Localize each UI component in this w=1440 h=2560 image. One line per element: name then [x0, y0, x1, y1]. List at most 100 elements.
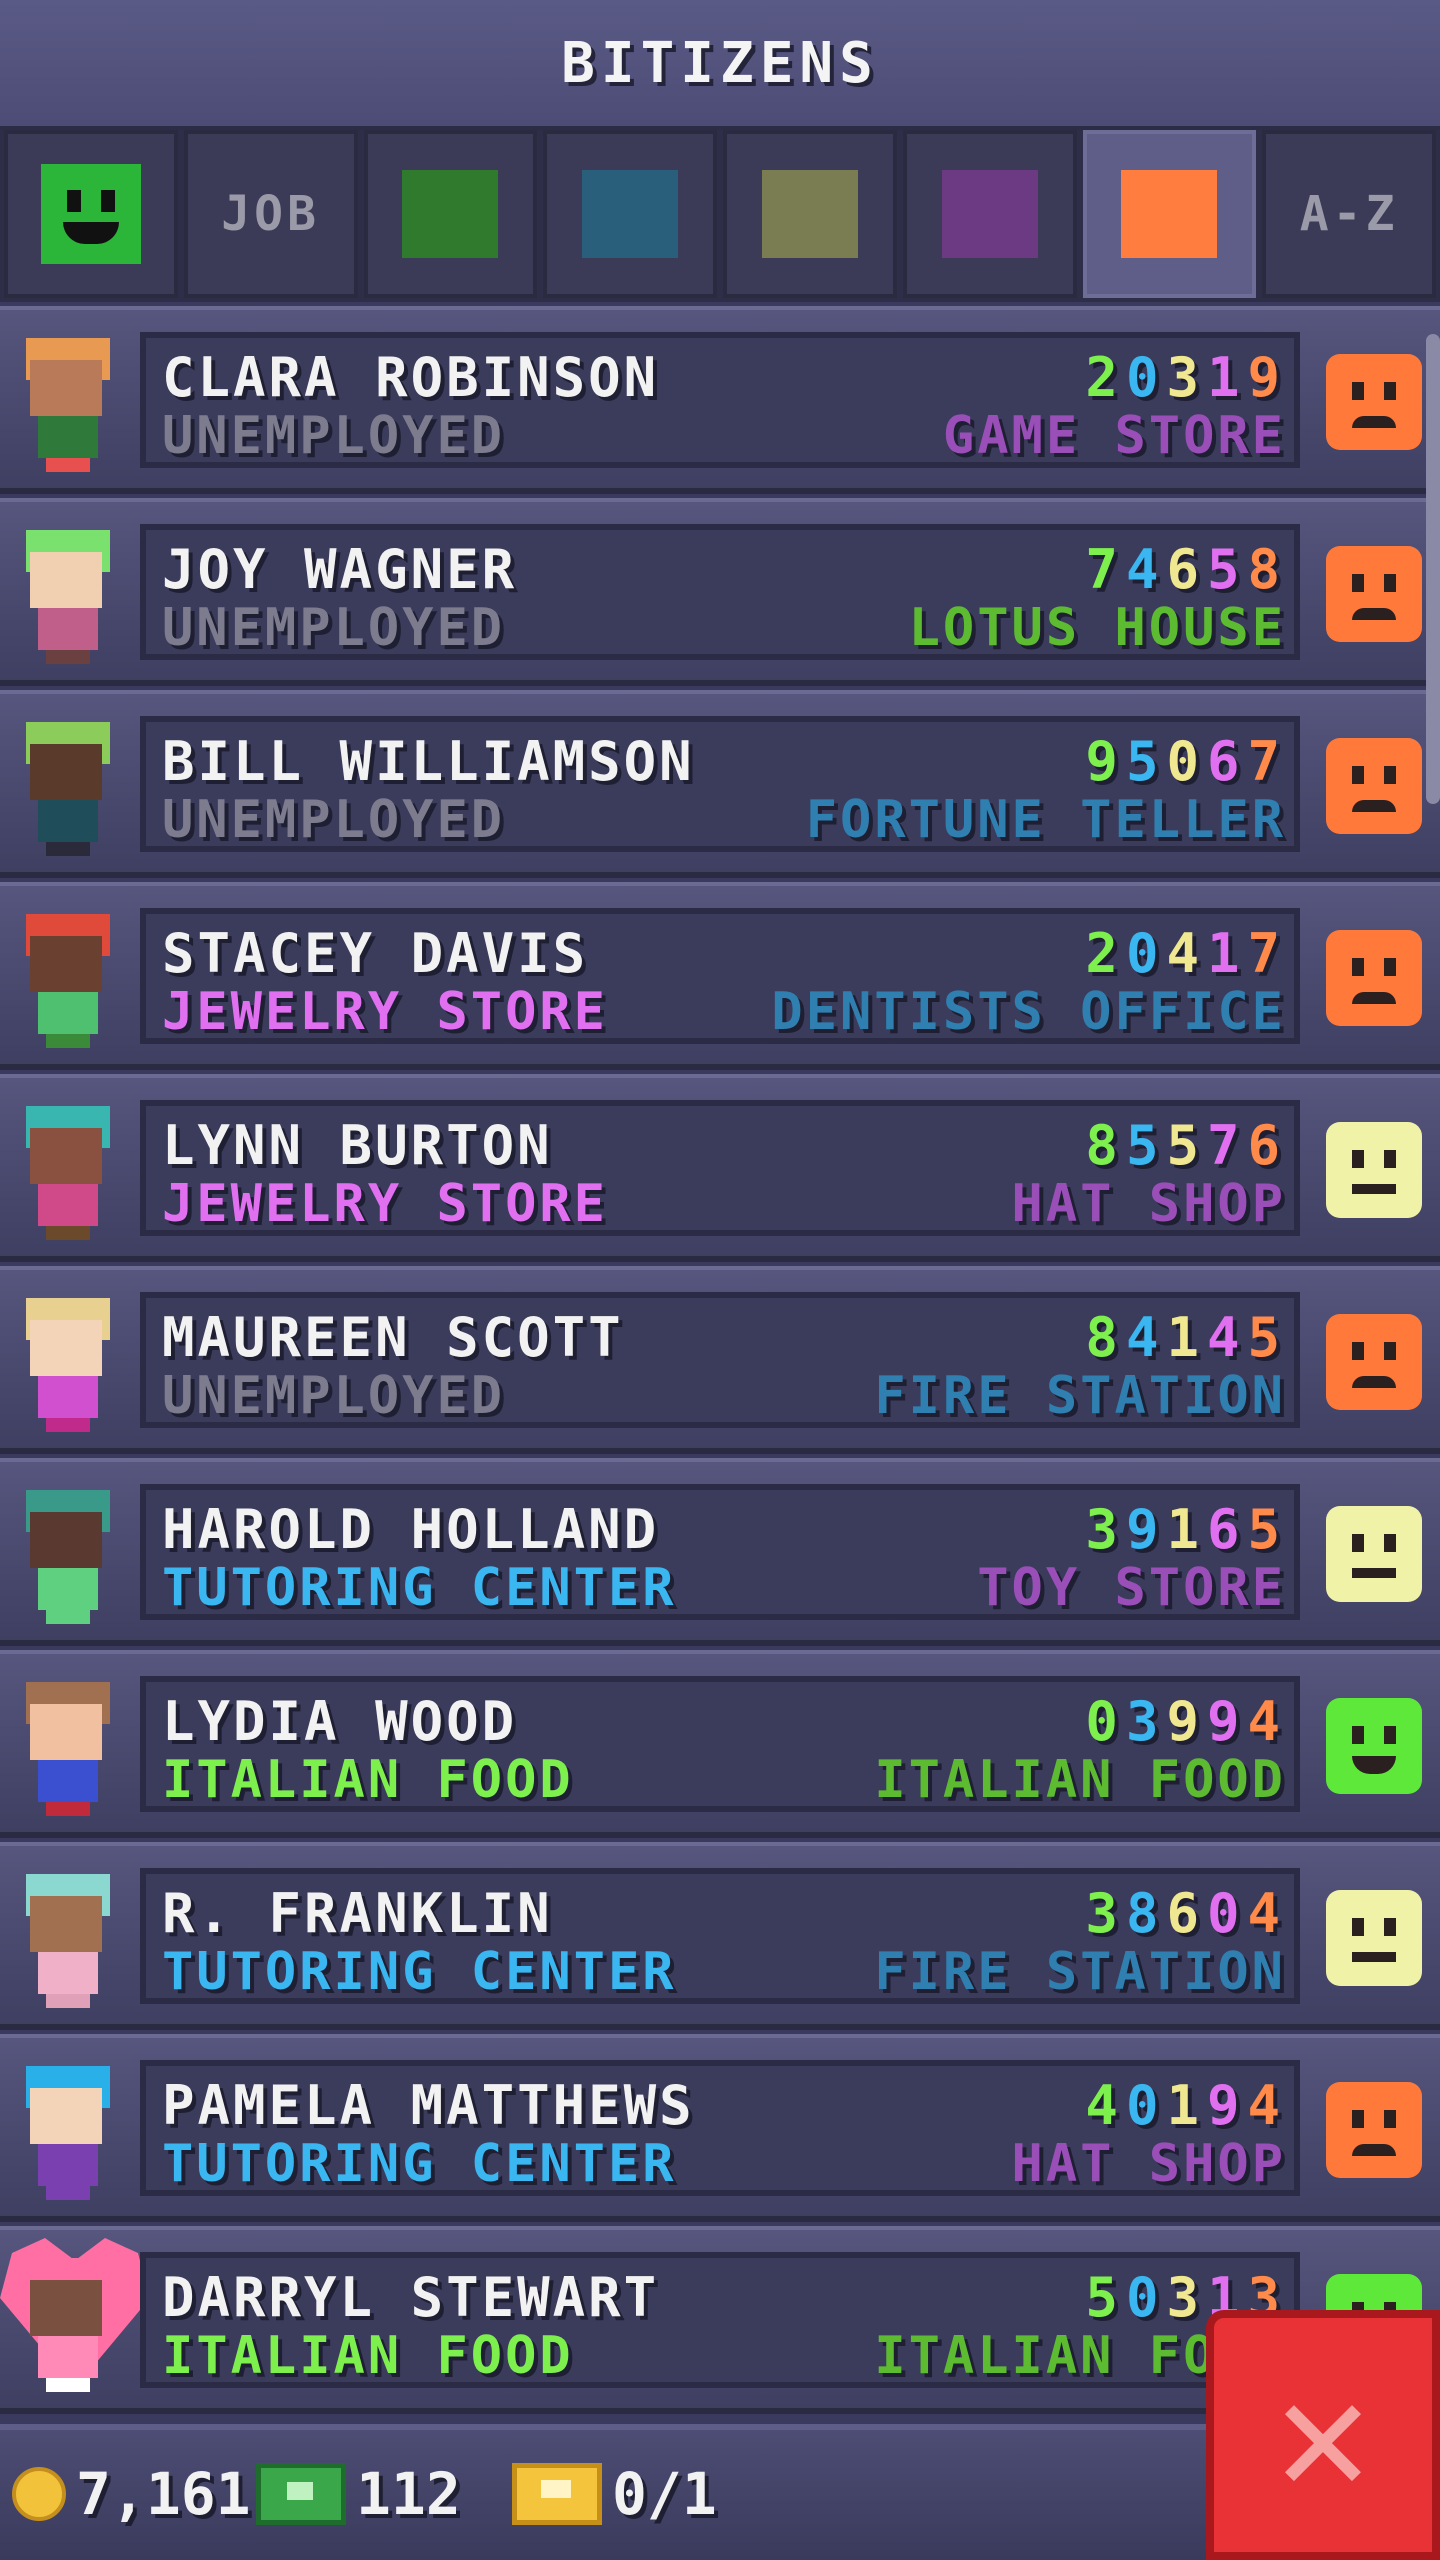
dream-job: HAT SHOP: [1011, 1174, 1286, 1234]
tab-green[interactable]: [363, 130, 538, 298]
skill-digit: 7: [1247, 922, 1288, 985]
skill-digit: 7: [1247, 730, 1288, 793]
skill-digit: 9: [1206, 2074, 1248, 2137]
avatar: [18, 530, 118, 666]
bitizen-name: PAMELA MATTHEWS: [162, 2074, 695, 2137]
skill-digit: 5: [1125, 730, 1167, 793]
avatar: [18, 2066, 118, 2202]
color-swatch: [761, 170, 858, 258]
skill-digit: 4: [1206, 1306, 1248, 1369]
dream-job: GAME STORE: [942, 406, 1286, 466]
bitizen-row[interactable]: LYNN BURTON JEWELRY STORE 8 5 5 7 6 HAT SHOP: [0, 1074, 1440, 1262]
sad-face-icon: [1326, 1314, 1422, 1410]
bitizen-card: BILL WILLIAMSON UNEMPLOYED 9 5 0 6 7 FORTUNE TE…: [140, 716, 1300, 852]
tab-orange[interactable]: [1082, 130, 1257, 298]
skill-digit: 4: [1085, 2074, 1126, 2137]
sad-face-icon: [1326, 930, 1422, 1026]
bux-stat: 112: [256, 2460, 461, 2528]
filter-tabs: JOB A-Z: [0, 130, 1440, 302]
skill-digit: 4: [1125, 538, 1167, 601]
skill-digits: 40194: [1085, 2074, 1288, 2137]
scrollbar[interactable]: [1426, 334, 1440, 804]
skill-digit: 5: [1247, 1498, 1288, 1561]
skill-digit: 0: [1125, 2266, 1167, 2329]
skill-digit: 5: [1166, 1114, 1207, 1177]
avatar: [18, 2258, 118, 2394]
skill-digit: 5: [1125, 1114, 1167, 1177]
sad-face-icon: [1326, 354, 1422, 450]
skill-digit: 6: [1166, 538, 1207, 601]
skill-digit: 0: [1206, 1882, 1248, 1945]
avatar: [18, 1682, 118, 1818]
skill-digit: 9: [1085, 730, 1126, 793]
skill-digit: 2: [1085, 922, 1126, 985]
bitizen-row[interactable]: CLARA ROBINSON UNEMPLOYED 2 0 3 1 9 GAME STORE: [0, 306, 1440, 494]
close-button[interactable]: ✕: [1206, 2310, 1440, 2560]
bitizen-name: DARRYL STEWART: [162, 2266, 660, 2329]
skill-digit: 5: [1085, 2266, 1126, 2329]
bitizen-name: R. FRANKLIN: [162, 1882, 553, 1945]
coins-value: 7,161: [76, 2460, 251, 2528]
tab-mood[interactable]: [4, 130, 178, 298]
tab-az[interactable]: A-Z: [1262, 130, 1436, 298]
tab-purple[interactable]: [902, 130, 1077, 298]
skill-digits: 74658: [1085, 538, 1288, 601]
avatar: [18, 338, 118, 474]
bitizen-row[interactable]: HAROLD HOLLAND TUTORING CENTER 3 9 1 6 5 TOY ST…: [0, 1458, 1440, 1646]
current-job: UNEMPLOYED: [162, 790, 506, 850]
bitizen-row[interactable]: LYDIA WOOD ITALIAN FOOD 0 3 9 9 4 ITALIAN FOOD: [0, 1650, 1440, 1838]
skill-digit: 6: [1206, 730, 1248, 793]
current-job: TUTORING CENTER: [162, 1558, 677, 1618]
skill-digit: 0: [1166, 730, 1207, 793]
current-job: JEWELRY STORE: [162, 1174, 608, 1234]
close-icon: ✕: [1274, 2341, 1372, 2528]
bitizen-row[interactable]: PAMELA MATTHEWS TUTORING CENTER 4 0 1 9 4 HAT S…: [0, 2034, 1440, 2222]
bitizen-card: STACEY DAVIS JEWELRY STORE 2 0 4 1 7 DENTISTS O…: [140, 908, 1300, 1044]
bux-icon: [256, 2463, 346, 2525]
current-job: ITALIAN FOOD: [162, 2326, 574, 2386]
ticket-icon: [512, 2463, 602, 2525]
tab-olive[interactable]: [723, 130, 897, 298]
bitizen-card: R. FRANKLIN TUTORING CENTER 3 8 6 0 4 FIRE STAT…: [140, 1868, 1300, 2004]
dream-job: LOTUS HOUSE: [908, 598, 1286, 658]
bitizen-card: PAMELA MATTHEWS TUTORING CENTER 4 0 1 9 4 HAT S…: [140, 2060, 1300, 2196]
skill-digits: 20417: [1085, 922, 1288, 985]
tab-teal[interactable]: [543, 130, 717, 298]
current-job: TUTORING CENTER: [162, 1942, 677, 2002]
skill-digit: 1: [1206, 346, 1248, 409]
current-job: UNEMPLOYED: [162, 1366, 506, 1426]
avatar: [18, 914, 118, 1050]
skill-digit: 9: [1125, 1498, 1167, 1561]
skill-digit: 5: [1247, 1306, 1288, 1369]
dream-job: FIRE STATION: [874, 1942, 1286, 2002]
bitizen-row[interactable]: STACEY DAVIS JEWELRY STORE 2 0 4 1 7 DENTISTS O…: [0, 882, 1440, 1070]
skill-digit: 9: [1166, 1690, 1207, 1753]
skill-digit: 1: [1206, 922, 1248, 985]
bux-value: 112: [356, 2460, 461, 2528]
current-job: UNEMPLOYED: [162, 598, 506, 658]
skill-digit: 5: [1206, 538, 1248, 601]
bitizen-row[interactable]: BILL WILLIAMSON UNEMPLOYED 9 5 0 6 7 FORTUNE TE…: [0, 690, 1440, 878]
bitizen-row[interactable]: R. FRANKLIN TUTORING CENTER 3 8 6 0 4 FIRE STAT…: [0, 1842, 1440, 2030]
skill-digit: 0: [1085, 1690, 1126, 1753]
color-swatch: [402, 170, 499, 258]
current-job: ITALIAN FOOD: [162, 1750, 574, 1810]
skill-digits: 39165: [1085, 1498, 1288, 1561]
coins-stat: 7,161: [12, 2460, 251, 2528]
bitizen-row[interactable]: MAUREEN SCOTT UNEMPLOYED 8 4 1 4 5 FIRE STATION: [0, 1266, 1440, 1454]
tickets-stat: 0/1: [512, 2460, 717, 2528]
bitizen-name: LYDIA WOOD: [162, 1690, 518, 1753]
bitizen-row[interactable]: JOY WAGNER UNEMPLOYED 7 4 6 5 8 LOTUS HOUSE: [0, 498, 1440, 686]
skill-digit: 7: [1085, 538, 1126, 601]
skill-digits: 03994: [1085, 1690, 1288, 1753]
avatar: [18, 1490, 118, 1626]
tab-label: JOB: [221, 186, 320, 242]
skill-digit: 1: [1166, 2074, 1207, 2137]
bitizen-name: HAROLD HOLLAND: [162, 1498, 660, 1561]
skill-digit: 3: [1166, 2266, 1207, 2329]
neutral-face-icon: [1326, 1122, 1422, 1218]
tab-job[interactable]: JOB: [183, 130, 358, 298]
bitizen-name: BILL WILLIAMSON: [162, 730, 695, 793]
color-swatch: [1121, 170, 1218, 258]
dream-job: FORTUNE TELLER: [805, 790, 1286, 850]
